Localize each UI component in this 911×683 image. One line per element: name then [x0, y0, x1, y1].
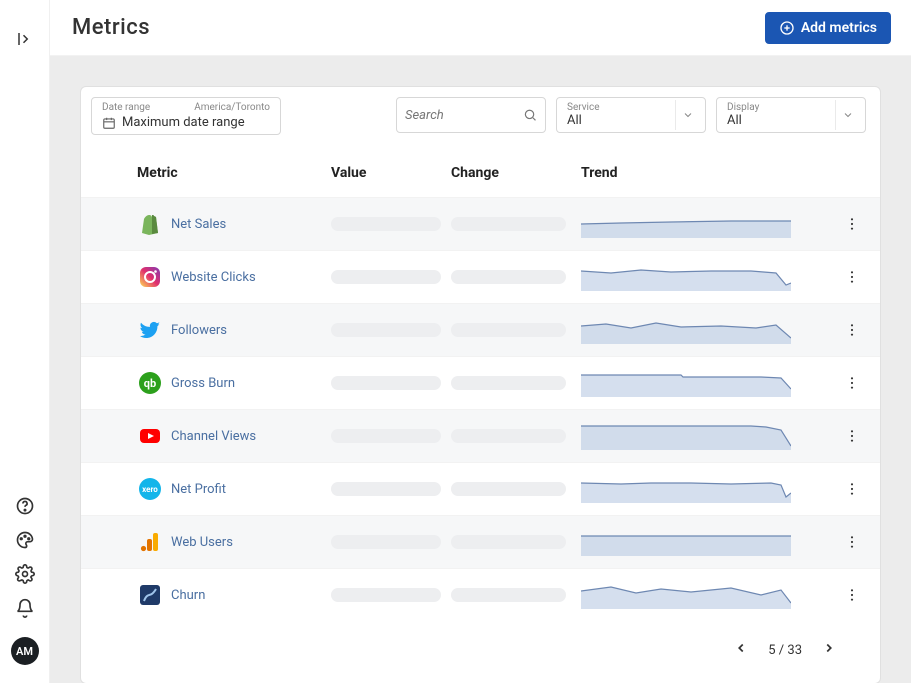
row-more-button[interactable] — [838, 428, 866, 444]
metric-link[interactable]: Gross Burn — [171, 376, 235, 391]
source-icon: qb — [137, 370, 163, 396]
table-row: xero Net Profit — [81, 462, 880, 515]
metric-link[interactable]: Churn — [171, 588, 205, 603]
col-trend: Trend — [581, 165, 826, 181]
trend-sparkline — [581, 581, 791, 609]
value-placeholder — [331, 429, 441, 443]
chevron-down-icon — [842, 109, 854, 121]
change-placeholder — [451, 535, 566, 549]
metric-link[interactable]: Web Users — [171, 535, 233, 550]
user-avatar[interactable]: AM — [11, 637, 39, 665]
trend-sparkline — [581, 369, 791, 397]
source-icon — [137, 529, 163, 555]
trend-sparkline — [581, 263, 791, 291]
table-row: Net Sales — [81, 197, 880, 250]
search-box[interactable] — [396, 97, 546, 133]
value-placeholder — [331, 588, 441, 602]
source-icon — [137, 423, 163, 449]
trend-sparkline — [581, 316, 791, 344]
value-placeholder — [331, 270, 441, 284]
change-placeholder — [451, 376, 566, 390]
table-row: Followers — [81, 303, 880, 356]
source-icon — [137, 264, 163, 290]
table-row: qb Gross Burn — [81, 356, 880, 409]
metric-link[interactable]: Net Sales — [171, 217, 226, 232]
add-metrics-button[interactable]: Add metrics — [765, 12, 891, 44]
change-placeholder — [451, 429, 566, 443]
change-placeholder — [451, 217, 566, 231]
plus-circle-icon — [779, 20, 795, 36]
table-row: Website Clicks — [81, 250, 880, 303]
row-more-button[interactable] — [838, 322, 866, 338]
service-select-label: Service — [567, 103, 600, 113]
pager-prev-button[interactable] — [730, 637, 752, 663]
table-row: Web Users — [81, 515, 880, 568]
metrics-card: Date range America/Toronto Maximum date … — [80, 86, 881, 683]
palette-icon[interactable] — [13, 528, 37, 552]
display-select-value: All — [727, 113, 759, 128]
date-range-picker[interactable]: Date range America/Toronto Maximum date … — [91, 97, 281, 135]
col-metric: Metric — [131, 165, 331, 181]
row-more-button[interactable] — [838, 587, 866, 603]
row-more-button[interactable] — [838, 375, 866, 391]
table-header: Metric Value Change Trend — [81, 145, 880, 197]
row-more-button[interactable] — [838, 216, 866, 232]
date-range-value: Maximum date range — [122, 115, 245, 130]
search-input[interactable] — [405, 108, 523, 123]
display-select[interactable]: Display All — [716, 97, 866, 133]
calendar-icon — [102, 116, 116, 130]
trend-sparkline — [581, 422, 791, 450]
metric-link[interactable]: Net Profit — [171, 482, 226, 497]
change-placeholder — [451, 270, 566, 284]
change-placeholder — [451, 588, 566, 602]
help-icon[interactable] — [13, 494, 37, 518]
metric-link[interactable]: Followers — [171, 323, 227, 338]
display-select-label: Display — [727, 103, 759, 113]
pager-next-button[interactable] — [818, 637, 840, 663]
change-placeholder — [451, 482, 566, 496]
service-select[interactable]: Service All — [556, 97, 706, 133]
settings-gear-icon[interactable] — [13, 562, 37, 586]
value-placeholder — [331, 535, 441, 549]
expand-nav-button[interactable] — [13, 27, 37, 51]
metric-link[interactable]: Website Clicks — [171, 270, 256, 285]
metric-link[interactable]: Channel Views — [171, 429, 256, 444]
date-range-label: Date range — [102, 102, 150, 113]
date-range-tz: America/Toronto — [194, 102, 270, 113]
chevron-down-icon — [682, 109, 694, 121]
source-icon — [137, 211, 163, 237]
add-metrics-label: Add metrics — [801, 20, 877, 36]
notifications-bell-icon[interactable] — [13, 596, 37, 620]
value-placeholder — [331, 217, 441, 231]
trend-sparkline — [581, 210, 791, 238]
trend-sparkline — [581, 475, 791, 503]
service-select-value: All — [567, 113, 600, 128]
change-placeholder — [451, 323, 566, 337]
search-icon — [523, 107, 537, 123]
trend-sparkline — [581, 528, 791, 556]
row-more-button[interactable] — [838, 481, 866, 497]
value-placeholder — [331, 376, 441, 390]
source-icon — [137, 317, 163, 343]
pager: 5 / 33 — [81, 621, 880, 683]
source-icon: xero — [137, 476, 163, 502]
row-more-button[interactable] — [838, 534, 866, 550]
table-row: Channel Views — [81, 409, 880, 462]
source-icon — [137, 582, 163, 608]
svg-text:xero: xero — [142, 485, 158, 494]
svg-text:qb: qb — [144, 377, 156, 390]
pager-label: 5 / 33 — [768, 643, 802, 658]
page-title: Metrics — [72, 15, 150, 40]
value-placeholder — [331, 323, 441, 337]
value-placeholder — [331, 482, 441, 496]
row-more-button[interactable] — [838, 269, 866, 285]
table-row: Churn — [81, 568, 880, 621]
top-bar: Metrics Add metrics — [50, 0, 911, 56]
col-change: Change — [451, 165, 581, 181]
left-nav-rail: AM — [0, 0, 50, 683]
col-value: Value — [331, 165, 451, 181]
